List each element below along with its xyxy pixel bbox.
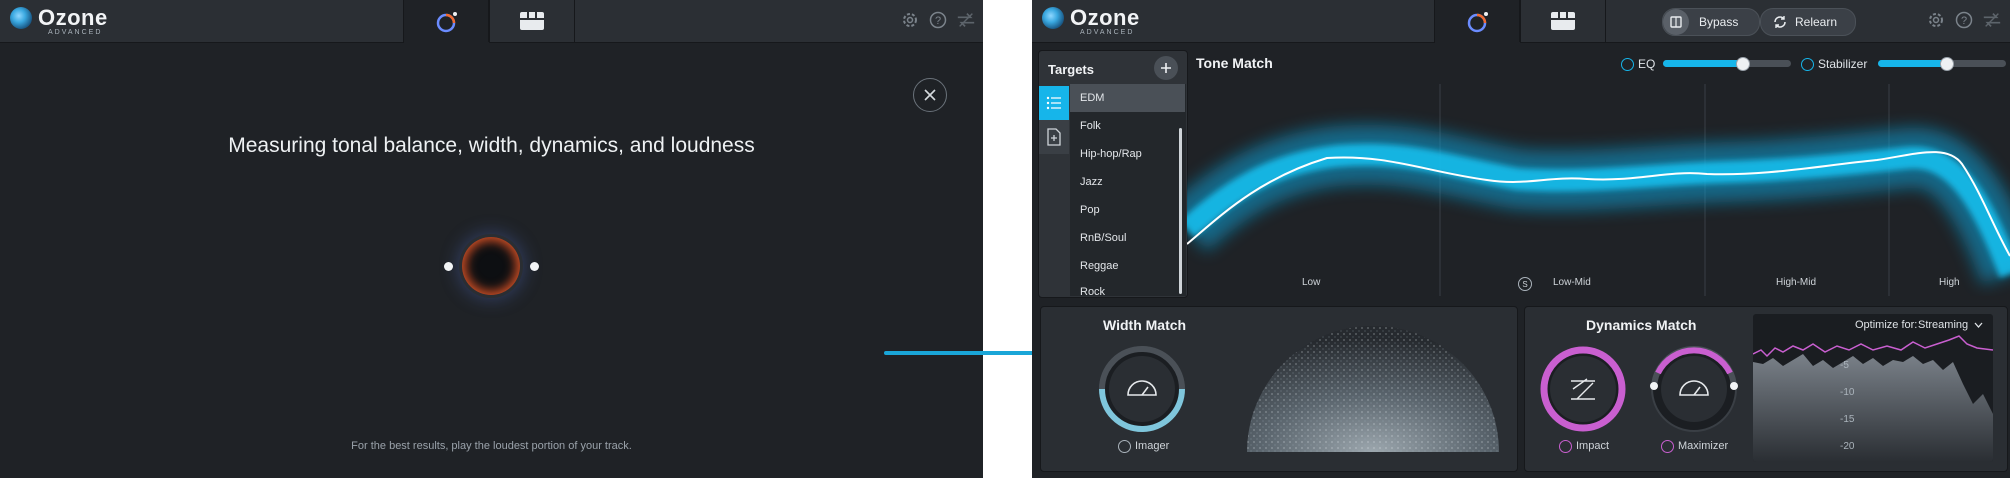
- target-item-jazz[interactable]: Jazz: [1070, 168, 1185, 196]
- dynamics-match-title: Dynamics Match: [1586, 317, 1697, 333]
- close-button[interactable]: [913, 78, 947, 112]
- stabilizer-slider[interactable]: [1878, 57, 2006, 71]
- ozone-logo-mark: [10, 7, 32, 29]
- relearn-button[interactable]: Relearn: [1760, 8, 1856, 36]
- target-item-folk[interactable]: Folk: [1070, 112, 1185, 140]
- band-label-high: High: [1939, 277, 1960, 288]
- plus-icon: [1161, 63, 1171, 73]
- stabilizer-label: Stabilizer: [1818, 57, 1868, 71]
- logo-subtext: ADVANCED: [48, 29, 103, 36]
- targets-scrollbar[interactable]: [1179, 128, 1182, 294]
- modules-icon: [519, 12, 544, 30]
- top-bar: Ozone ADVANCED ?: [0, 0, 983, 43]
- bypass-icon: [1663, 9, 1689, 35]
- maximizer-label: Maximizer: [1678, 440, 1729, 452]
- band-label-high-mid: High-Mid: [1776, 277, 1817, 288]
- target-item-pop[interactable]: Pop: [1070, 196, 1185, 224]
- orb-left-dot: [444, 262, 453, 271]
- svg-text:?: ?: [1961, 15, 1967, 27]
- top-right-icons: ?: [1926, 10, 2002, 30]
- impact-label: Impact: [1576, 440, 1610, 452]
- bypass-button[interactable]: Bypass: [1662, 8, 1760, 36]
- tab-modules[interactable]: [1519, 0, 1606, 42]
- settings-gear-icon[interactable]: [1926, 10, 1946, 30]
- relearn-icon: [1773, 15, 1787, 29]
- width-match-title: Width Match: [1103, 317, 1187, 333]
- tone-match-title: Tone Match: [1196, 55, 1273, 71]
- logo-text: Ozone: [38, 5, 108, 30]
- help-icon[interactable]: ?: [1954, 10, 1974, 30]
- stabilizer-slider-fill: [1878, 60, 1946, 67]
- db-tick: -5: [1840, 360, 1849, 371]
- solo-button[interactable]: S: [1518, 277, 1532, 291]
- logo-text: Ozone: [1070, 5, 1140, 30]
- tab-modules[interactable]: [488, 0, 575, 42]
- close-icon: [924, 89, 936, 101]
- assistant-icon: [436, 11, 457, 32]
- add-file-icon: [1047, 128, 1061, 146]
- target-item-rock[interactable]: Rock: [1070, 280, 1185, 296]
- measuring-title: Measuring tonal balance, width, dynamics…: [228, 134, 755, 157]
- db-tick: -10: [1840, 387, 1855, 398]
- eq-slider-fill: [1663, 60, 1742, 67]
- optimize-for-value: Streaming: [1918, 319, 1969, 331]
- ozone-logo: Ozone ADVANCED: [1042, 5, 1140, 36]
- svg-text:?: ?: [935, 15, 941, 27]
- band-label-low-mid: Low-Mid: [1553, 277, 1591, 288]
- tab-assistant[interactable]: [403, 0, 490, 43]
- modules-icon: [1550, 12, 1575, 30]
- list-icon: [1046, 96, 1061, 110]
- bypass-label: Bypass: [1699, 15, 1739, 29]
- ozone-window-measuring: Ozone ADVANCED ? Measuring tonal balance…: [0, 0, 983, 478]
- maximizer-knob[interactable]: [1648, 343, 1740, 435]
- target-item-reggae[interactable]: Reggae: [1070, 252, 1185, 280]
- tab-assistant[interactable]: [1434, 0, 1521, 43]
- listening-orb: [462, 237, 520, 295]
- db-tick: -15: [1840, 414, 1855, 425]
- top-right-icons: ?: [900, 10, 976, 30]
- band-label-low: Low: [1302, 277, 1321, 288]
- measuring-hint: For the best results, play the loudest p…: [351, 440, 632, 452]
- target-item-rnb[interactable]: RnB/Soul: [1070, 224, 1185, 252]
- eq-slider-knob[interactable]: [1736, 57, 1750, 71]
- swap-arrows-icon[interactable]: [956, 10, 976, 30]
- swap-arrows-icon[interactable]: [1982, 10, 2002, 30]
- relearn-label: Relearn: [1795, 15, 1838, 29]
- settings-gear-icon[interactable]: [900, 10, 920, 30]
- top-bar: Ozone ADVANCED Bypass Relearn ?: [1032, 0, 2010, 43]
- stabilizer-power-icon[interactable]: [1801, 58, 1814, 71]
- loudness-history-display: [1753, 314, 1993, 462]
- add-reference-tab[interactable]: [1039, 120, 1069, 154]
- stabilizer-slider-knob[interactable]: [1940, 57, 1954, 71]
- eq-label: EQ: [1638, 57, 1656, 71]
- assistant-icon: [1467, 11, 1488, 32]
- optimize-for-label: Optimize for:: [1855, 319, 1918, 331]
- target-item-edm[interactable]: EDM: [1070, 84, 1185, 112]
- imager-label: Imager: [1135, 440, 1170, 452]
- optimize-for-dropdown[interactable]: Streaming: [1918, 315, 1992, 335]
- eq-power-icon[interactable]: [1621, 58, 1634, 71]
- ozone-logo-mark: [1042, 7, 1064, 29]
- maximizer-power-icon[interactable]: [1661, 440, 1674, 453]
- target-item-hiphop[interactable]: Hip-hop/Rap: [1070, 140, 1185, 168]
- add-target-button[interactable]: [1154, 56, 1178, 80]
- impact-knob[interactable]: [1537, 343, 1629, 435]
- tone-match-curve-display: [1187, 84, 2010, 296]
- ozone-logo: Ozone ADVANCED: [10, 5, 108, 36]
- db-tick: -20: [1840, 441, 1855, 452]
- targets-title: Targets: [1048, 61, 1094, 77]
- logo-subtext: ADVANCED: [1080, 29, 1135, 36]
- chevron-down-icon: [1974, 322, 1983, 328]
- impact-power-icon[interactable]: [1559, 440, 1572, 453]
- targets-list-tab[interactable]: [1039, 86, 1069, 120]
- targets-header: Targets: [1038, 54, 1186, 84]
- help-icon[interactable]: ?: [928, 10, 948, 30]
- imager-knob[interactable]: [1096, 343, 1188, 435]
- stereo-vectorscope: [1247, 326, 1499, 452]
- imager-power-icon[interactable]: [1118, 440, 1131, 453]
- loudness-waveform: [1753, 335, 1993, 462]
- eq-slider[interactable]: [1663, 57, 1791, 71]
- solo-label: S: [1522, 279, 1528, 289]
- orb-right-dot: [530, 262, 539, 271]
